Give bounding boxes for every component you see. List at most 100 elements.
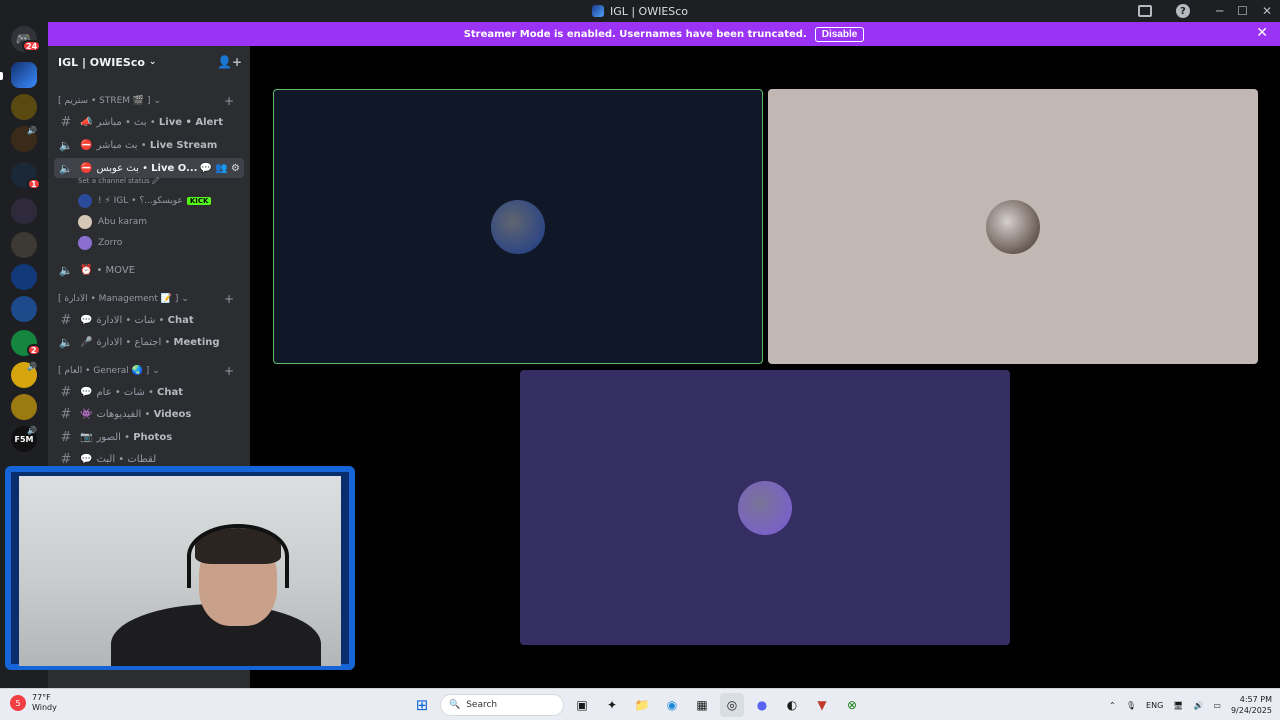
microphone-icon[interactable]: 🎙 [1126, 701, 1136, 710]
voice-stage [250, 46, 1280, 688]
avatar [78, 236, 92, 250]
minimize-icon[interactable]: ─ [1216, 4, 1223, 18]
channel-emoji: 🎤 [80, 336, 93, 348]
edge-icon[interactable]: ◉ [660, 693, 684, 717]
add-channel-icon[interactable]: + [224, 364, 234, 378]
window-title: IGL | OWIESco [609, 4, 689, 18]
channel-live-alert[interactable]: # 📣 بث • مباشر • Live • Alert [58, 112, 244, 132]
game-app-icon[interactable]: ▼ [810, 693, 834, 717]
category-general[interactable]: [ العام • General 🌏 ] ⌄ + [58, 364, 240, 378]
invite-people-icon[interactable]: 👤+ [217, 55, 242, 69]
server-igl-icon[interactable] [11, 62, 37, 88]
network-icon[interactable]: 🖥 [1173, 701, 1183, 710]
store-icon[interactable]: ▦ [690, 693, 714, 717]
battery-icon[interactable]: ▭ [1213, 701, 1221, 710]
text-channel-icon: # [60, 429, 72, 445]
kick-badge: KICK [186, 197, 212, 205]
avatar [78, 215, 92, 229]
server-icon[interactable] [11, 394, 37, 420]
steam-icon[interactable]: ◐ [780, 693, 804, 717]
channel-arabic: بث مباشر • [96, 139, 147, 151]
channel-emoji: ⏰ [80, 264, 93, 276]
channel-arabic: بث عوبس • [96, 162, 148, 174]
title-bar: IGL | OWIESco ? ─ ☐ ✕ [0, 0, 1280, 22]
close-banner-icon[interactable]: ✕ [1256, 25, 1268, 41]
channel-action-icons[interactable]: 💬 👥 ⚙ [200, 163, 240, 174]
add-channel-icon[interactable]: + [224, 292, 234, 306]
channel-name: Photos [133, 431, 173, 443]
channel-gen-photos[interactable]: # 📷 الصور • Photos [58, 427, 244, 447]
copilot-icon[interactable]: ✦ [600, 693, 624, 717]
headset-icon [187, 524, 289, 588]
channel-mgmt-chat[interactable]: # 💬 شات • الادارة • Chat [58, 310, 244, 330]
channel-gen-videos[interactable]: # 👾 الفيديوهات • Videos [58, 404, 244, 424]
channel-name: Live Stream [149, 139, 218, 151]
category-label: [ الادارة • Management 📝 ] [58, 294, 179, 304]
channel-emoji: 📷 [80, 431, 93, 443]
server-icon[interactable] [11, 198, 37, 224]
inbox-icon[interactable] [1137, 5, 1152, 17]
participant-tile[interactable] [768, 89, 1258, 364]
add-channel-icon[interactable]: + [224, 94, 234, 108]
channel-emoji: ⛔ [80, 139, 93, 151]
participant-tile[interactable] [273, 89, 763, 364]
search-placeholder: Search [466, 700, 498, 710]
webcam-overlay [5, 466, 355, 670]
channel-emoji: ⛔ [80, 162, 93, 174]
voice-channel-icon: 🔈 [59, 263, 73, 277]
channel-live-stream[interactable]: 🔈 ⛔ بث مباشر • Live Stream [58, 135, 244, 155]
discord-icon[interactable]: ● [750, 693, 774, 717]
category-strem[interactable]: [ ستريم • STREM 🎬 ] ⌄ + [58, 94, 240, 108]
speaker-icon: 🔊 [27, 362, 37, 371]
chevron-down-icon: ⌄ [148, 57, 157, 67]
language-indicator[interactable]: ENG [1146, 701, 1163, 710]
voice-user[interactable]: Abu karam [78, 213, 147, 231]
chevron-up-icon[interactable]: ⌃ [1109, 701, 1116, 710]
close-window-icon[interactable]: ✕ [1262, 4, 1272, 18]
chevron-down-icon: ⌄ [152, 366, 160, 376]
participant-tile[interactable] [520, 370, 1010, 645]
chevron-down-icon: ⌄ [153, 96, 162, 106]
server-icon[interactable] [11, 264, 37, 290]
voice-user[interactable]: Zorro [78, 234, 122, 252]
weather-widget[interactable]: 5 77°F Windy [10, 693, 57, 713]
server-icon[interactable] [11, 94, 37, 120]
channel-move[interactable]: 🔈 ⏰ • MOVE [58, 260, 244, 280]
disable-streamer-mode-button[interactable]: Disable [814, 26, 865, 42]
channel-emoji: 📣 [80, 116, 93, 128]
weather-badge: 5 [10, 695, 26, 711]
xbox-icon[interactable]: ⊗ [840, 693, 864, 717]
server-icon[interactable] [11, 232, 37, 258]
channel-arabic: الفيديوهات • [96, 408, 151, 420]
weather-temp: 77°F [32, 693, 51, 702]
channel-mgmt-meeting[interactable]: 🔈 🎤 اجتماع • الادارة • Meeting [58, 332, 244, 352]
file-explorer-icon[interactable]: 📁 [630, 693, 654, 717]
text-channel-icon: # [60, 451, 72, 467]
category-management[interactable]: [ الادارة • Management 📝 ] ⌄ + [58, 292, 240, 306]
task-view-icon[interactable]: ▣ [570, 693, 594, 717]
server-icon[interactable] [11, 296, 37, 322]
voice-user-name: Abu karam [98, 217, 147, 227]
home-badge: 24 [22, 40, 42, 52]
chevron-down-icon: ⌄ [181, 294, 189, 304]
channel-gen-chat[interactable]: # 💬 شات • عام • Chat [58, 382, 244, 402]
channel-live-o[interactable]: 🔈 ⛔ بث عوبس • Live O... 💬 👥 ⚙ [54, 158, 244, 178]
channel-status-line[interactable]: Set a channel status 🖉 [78, 177, 159, 188]
category-label: [ العام • General 🌏 ] [58, 366, 150, 376]
channel-emoji: 💬 [80, 386, 93, 398]
maximize-icon[interactable]: ☐ [1237, 4, 1248, 18]
participant-avatar [738, 480, 792, 535]
clock[interactable]: 4:57 PM 9/24/2025 [1231, 694, 1272, 716]
voice-user[interactable]: ! ⚡ IGL • عويسكو...؟ KICK [78, 192, 212, 210]
channel-name: Live • Alert [158, 116, 224, 128]
channel-arabic: بث • مباشر • [96, 116, 156, 128]
guild-header[interactable]: IGL | OWIESco ⌄ 👤+ [48, 46, 250, 78]
chrome-icon[interactable]: ◎ [720, 693, 744, 717]
help-icon[interactable]: ? [1175, 4, 1190, 18]
server-badge: 1 [27, 178, 41, 190]
channel-name: Live O... [151, 162, 198, 174]
volume-icon[interactable]: 🔊 [1193, 701, 1203, 710]
taskbar-search[interactable]: 🔍 Search [440, 694, 564, 716]
windows-start-icon[interactable]: ⊞ [410, 693, 434, 717]
text-channel-icon: # [60, 406, 72, 422]
